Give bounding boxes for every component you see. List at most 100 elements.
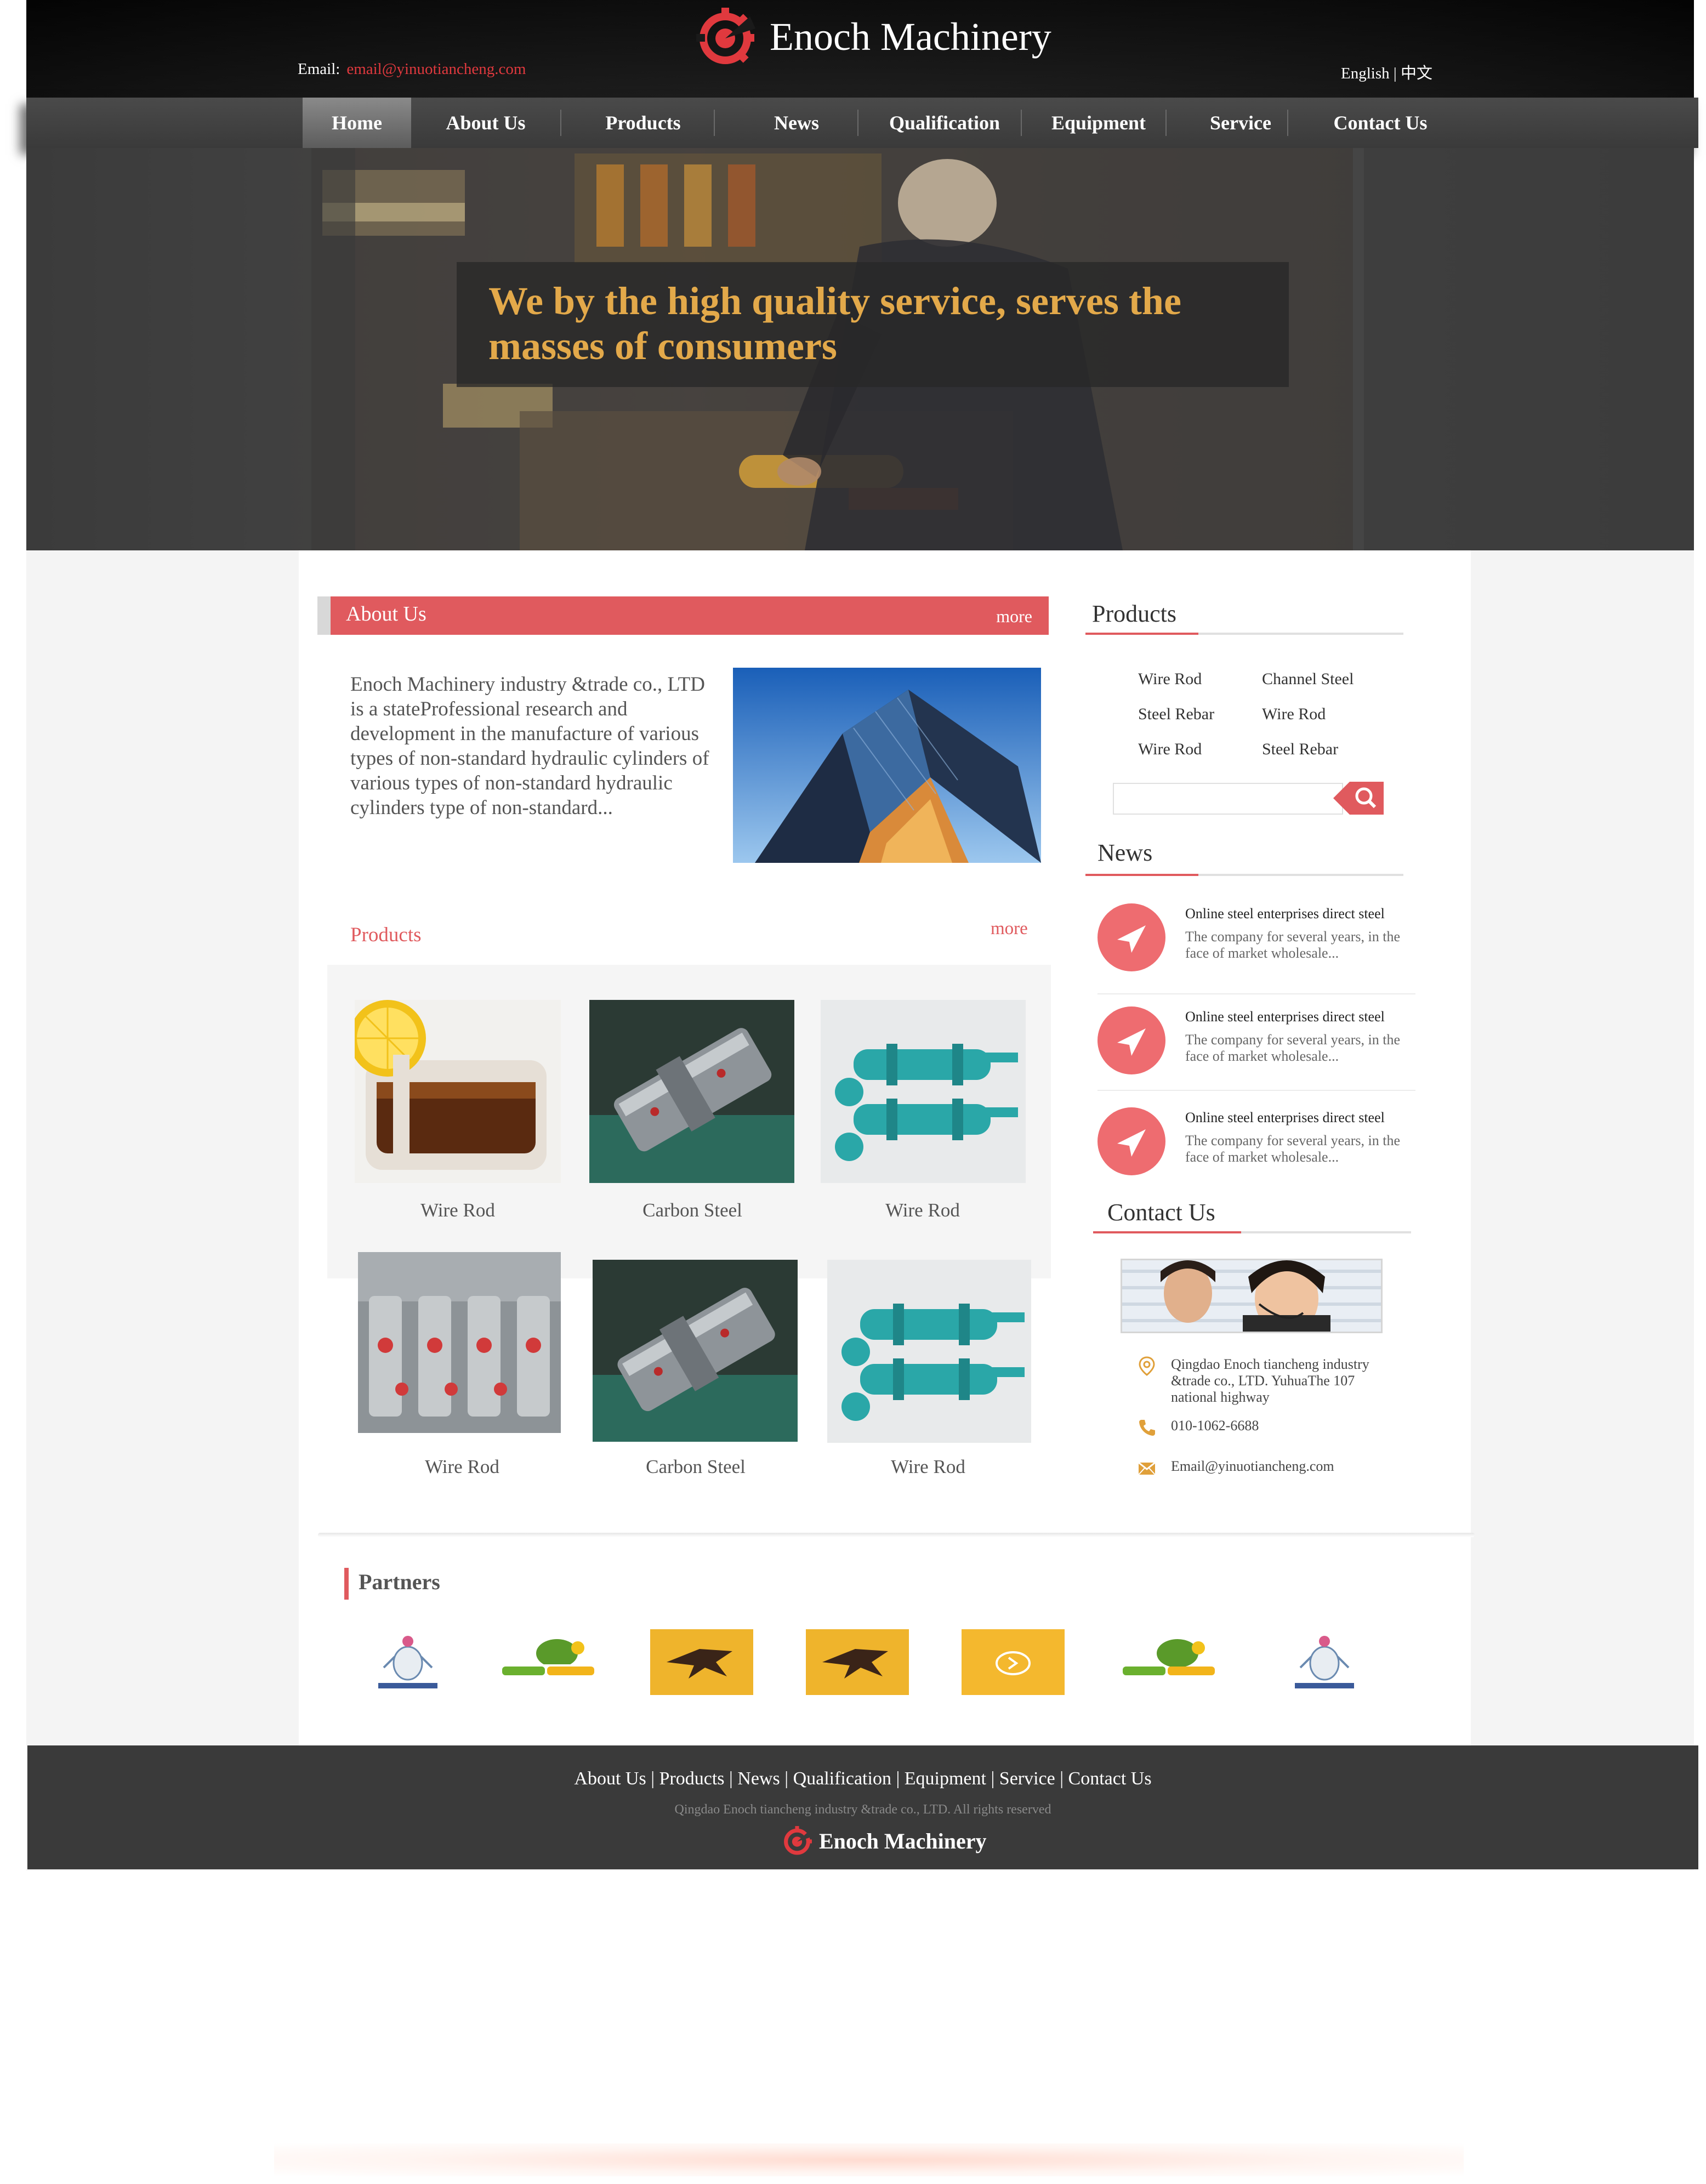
nav-products[interactable]: Products xyxy=(575,98,712,148)
partner-logo-happyturtle xyxy=(1117,1629,1220,1695)
footer-link-qualification[interactable]: Qualification xyxy=(793,1768,891,1789)
nav-qualification[interactable]: Qualification xyxy=(871,98,1019,148)
lang-separator: | xyxy=(1393,65,1397,82)
news-item[interactable]: Online steel enterprises direct steel Th… xyxy=(1097,1107,1421,1206)
footer-copyright: Qingdao Enoch tiancheng industry &trade … xyxy=(674,1802,1051,1817)
product-label[interactable]: Wire Rod xyxy=(824,1456,1032,1478)
nav-contact-us[interactable]: Contact Us xyxy=(1304,98,1457,148)
banner-caption-box: We by the high quality service, serves t… xyxy=(457,262,1289,387)
news-title[interactable]: Online steel enterprises direct steel xyxy=(1185,906,1385,922)
partner-logo[interactable] xyxy=(962,1629,1065,1695)
lang-chinese[interactable]: 中文 xyxy=(1401,65,1432,82)
sidebar-news-title: News xyxy=(1097,839,1153,866)
product-label[interactable]: Wire Rod xyxy=(818,1199,1027,1221)
partner-logo[interactable] xyxy=(1117,1629,1220,1695)
email-text[interactable]: Email@yinuotiancheng.com xyxy=(1171,1458,1401,1475)
phone-icon xyxy=(1139,1420,1155,1436)
nav-divider xyxy=(1287,110,1288,136)
news-divider xyxy=(1097,1090,1415,1091)
sidebar-contact-underline xyxy=(1093,1231,1411,1233)
nav-news[interactable]: News xyxy=(728,98,865,148)
product-label[interactable]: Carbon Steel xyxy=(588,1199,797,1221)
sidebar-product-link[interactable]: Steel Rebar xyxy=(1138,705,1214,724)
banner-headline: We by the high quality service, serves t… xyxy=(488,279,1181,368)
nav-divider xyxy=(1165,110,1167,136)
product-image-cylinder xyxy=(589,1000,794,1183)
nav-service[interactable]: Service xyxy=(1178,98,1304,148)
phone-text[interactable]: 010-1062-6688 xyxy=(1171,1418,1401,1434)
send-arrow-icon xyxy=(1097,903,1165,971)
nav-divider xyxy=(1021,110,1022,136)
email-link[interactable]: email@yinuotiancheng.com xyxy=(346,60,526,78)
language-switcher: English | 中文 xyxy=(1341,60,1432,83)
sidebar-products-title: Products xyxy=(1092,600,1176,627)
search-icon xyxy=(1333,782,1384,815)
partner-logo-happyturtle xyxy=(497,1629,600,1695)
partners-marker xyxy=(344,1568,349,1600)
product-card[interactable] xyxy=(593,1260,798,1442)
news-divider xyxy=(1097,993,1415,994)
mail-icon xyxy=(1138,1461,1156,1475)
sidebar-product-link[interactable]: Wire Rod xyxy=(1138,670,1202,689)
lang-english[interactable]: English xyxy=(1341,65,1390,82)
search-button[interactable] xyxy=(1333,782,1384,815)
news-item[interactable]: Online steel enterprises direct steel Th… xyxy=(1097,903,1421,1002)
product-label[interactable]: Wire Rod xyxy=(354,1199,562,1221)
nav-about-us[interactable]: About Us xyxy=(425,98,546,148)
sidebar-product-link[interactable]: Wire Rod xyxy=(1138,740,1202,759)
sidebar-products-underline xyxy=(1085,633,1403,635)
partner-logo-griffin xyxy=(806,1629,909,1695)
product-card[interactable] xyxy=(358,1252,561,1433)
partner-logo[interactable] xyxy=(650,1629,753,1695)
footer-link-products[interactable]: Products xyxy=(659,1768,725,1789)
hero-banner: We by the high quality service, serves t… xyxy=(26,148,1694,550)
footer-brand-name: Enoch Machinery xyxy=(819,1828,987,1853)
product-label[interactable]: Carbon Steel xyxy=(592,1456,800,1478)
partner-logo-arrow xyxy=(962,1629,1065,1695)
nav-divider xyxy=(857,110,858,136)
sidebar-news-underline xyxy=(1085,874,1403,876)
news-title[interactable]: Online steel enterprises direct steel xyxy=(1185,1110,1385,1126)
product-card[interactable] xyxy=(827,1260,1031,1443)
about-us-title: About Us xyxy=(346,602,426,625)
contact-photo xyxy=(1121,1259,1383,1333)
footer-nav: About Us | Products | News | Qualificati… xyxy=(574,1768,1152,1789)
partner-logo-griffin xyxy=(650,1629,753,1695)
news-title[interactable]: Online steel enterprises direct steel xyxy=(1185,1009,1385,1025)
nav-divider xyxy=(714,110,715,136)
email-label: Email: xyxy=(298,60,340,78)
partner-logo[interactable] xyxy=(497,1629,600,1695)
product-card[interactable] xyxy=(821,1000,1026,1183)
sidebar-product-link[interactable]: Steel Rebar xyxy=(1262,740,1338,759)
product-image-tea xyxy=(349,1000,561,1183)
about-more-link[interactable]: more xyxy=(996,606,1032,627)
product-card[interactable] xyxy=(589,1000,794,1183)
news-description: The company for several years, in the fa… xyxy=(1185,1032,1401,1064)
send-arrow-icon xyxy=(1097,1006,1165,1074)
nav-home[interactable]: Home xyxy=(303,98,411,148)
product-image-cylinder xyxy=(593,1260,798,1442)
products-more-link[interactable]: more xyxy=(991,919,1028,939)
site-footer: About Us | Products | News | Qualificati… xyxy=(27,1745,1698,1869)
footer-link-equipment[interactable]: Equipment xyxy=(905,1768,986,1789)
nav-equipment[interactable]: Equipment xyxy=(1032,98,1165,148)
footer-link-service[interactable]: Service xyxy=(999,1768,1055,1789)
support-staff-photo xyxy=(1122,1260,1381,1332)
sidebar-product-link[interactable]: Channel Steel xyxy=(1262,670,1354,689)
product-card[interactable] xyxy=(349,1000,561,1183)
partner-logo[interactable] xyxy=(1273,1629,1376,1695)
brand-name: Enoch Machinery xyxy=(770,14,1051,59)
about-us-image xyxy=(733,668,1041,863)
partner-logo[interactable] xyxy=(356,1629,459,1695)
footer-link-about-us[interactable]: About Us xyxy=(574,1768,646,1789)
products-section-title: Products xyxy=(350,924,422,946)
partner-logo[interactable] xyxy=(806,1629,909,1695)
search-input[interactable] xyxy=(1113,783,1343,815)
product-label[interactable]: Wire Rod xyxy=(358,1456,566,1478)
footer-link-news[interactable]: News xyxy=(737,1768,780,1789)
brand-logo[interactable]: Enoch Machinery xyxy=(695,7,1051,67)
about-us-header: About Us more xyxy=(317,596,1049,635)
sidebar-product-link[interactable]: Wire Rod xyxy=(1262,705,1326,724)
footer-logo[interactable]: Enoch Machinery xyxy=(782,1825,987,1856)
footer-link-contact-us[interactable]: Contact Us xyxy=(1068,1768,1152,1789)
